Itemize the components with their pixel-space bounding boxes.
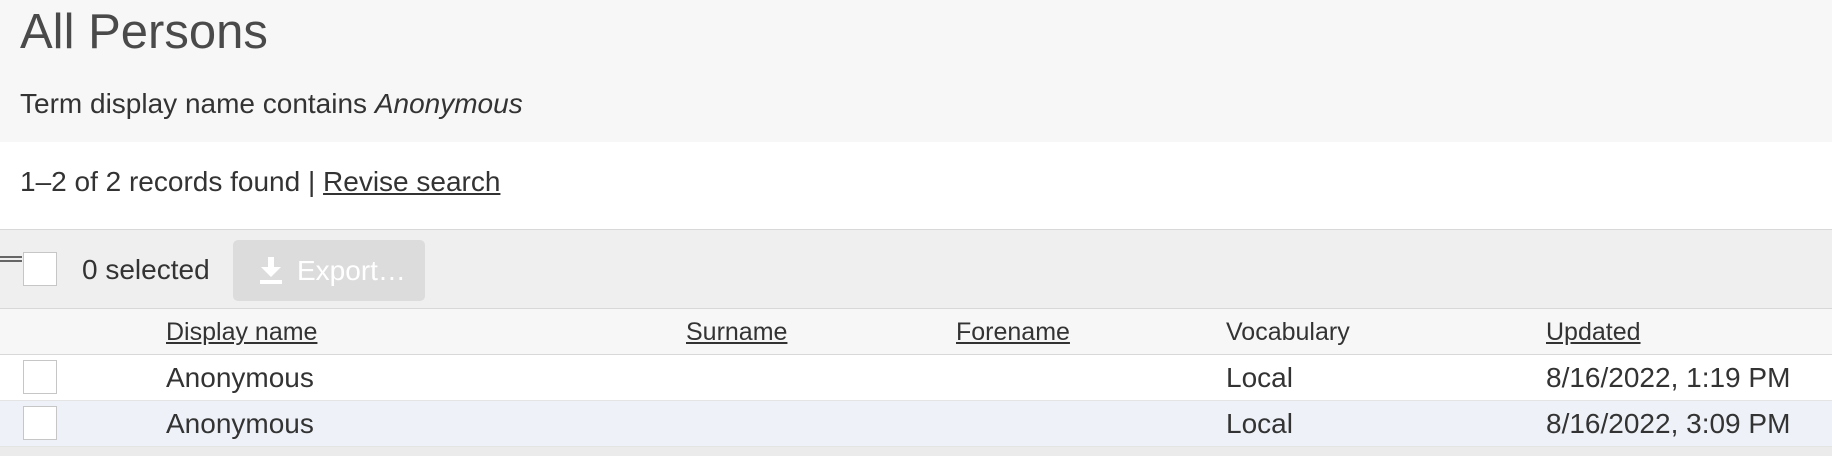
column-header-forename[interactable]: Forename <box>956 315 1070 349</box>
search-term: Anonymous <box>374 88 523 119</box>
cell-updated: 8/16/2022, 1:19 PM <box>1546 362 1791 393</box>
search-results-page: All Persons Term display name contains A… <box>0 0 1832 456</box>
table-footer-divider <box>0 447 1832 456</box>
page-title: All Persons <box>20 5 268 59</box>
results-summary: 1–2 of 2 records found | Revise search <box>20 162 500 202</box>
selection-toolbar: 0 selected Export… <box>0 229 1832 309</box>
drag-handle-icon[interactable] <box>0 256 22 262</box>
row-checkbox[interactable] <box>23 406 57 440</box>
export-button[interactable]: Export… <box>233 240 425 301</box>
column-header-vocabulary: Vocabulary <box>1226 318 1350 346</box>
download-icon <box>260 257 282 284</box>
table-row[interactable]: Anonymous Local 8/16/2022, 3:09 PM <box>0 401 1832 447</box>
cell-display-name: Anonymous <box>166 408 314 439</box>
column-header-display-name[interactable]: Display name <box>166 315 317 349</box>
search-description-text: Term display name contains <box>20 88 368 119</box>
export-label: Export… <box>297 255 406 286</box>
column-header-surname[interactable]: Surname <box>686 315 787 349</box>
records-count: 1–2 of 2 records found <box>20 166 301 197</box>
select-all-checkbox[interactable] <box>23 252 57 286</box>
row-checkbox[interactable] <box>23 360 57 394</box>
selected-count: 0 selected <box>82 254 210 285</box>
cell-display-name: Anonymous <box>166 362 314 393</box>
search-description: Term display name contains Anonymous <box>20 84 523 124</box>
cell-vocabulary: Local <box>1226 408 1293 439</box>
revise-search-link[interactable]: Revise search <box>323 166 500 197</box>
table-header: Display name Surname Forename Vocabulary… <box>0 309 1832 355</box>
separator: | <box>307 166 316 197</box>
page-header: All Persons Term display name contains A… <box>0 0 1832 142</box>
cell-vocabulary: Local <box>1226 362 1293 393</box>
column-header-updated[interactable]: Updated <box>1546 315 1641 349</box>
table-row[interactable]: Anonymous Local 8/16/2022, 1:19 PM <box>0 355 1832 401</box>
cell-updated: 8/16/2022, 3:09 PM <box>1546 408 1791 439</box>
